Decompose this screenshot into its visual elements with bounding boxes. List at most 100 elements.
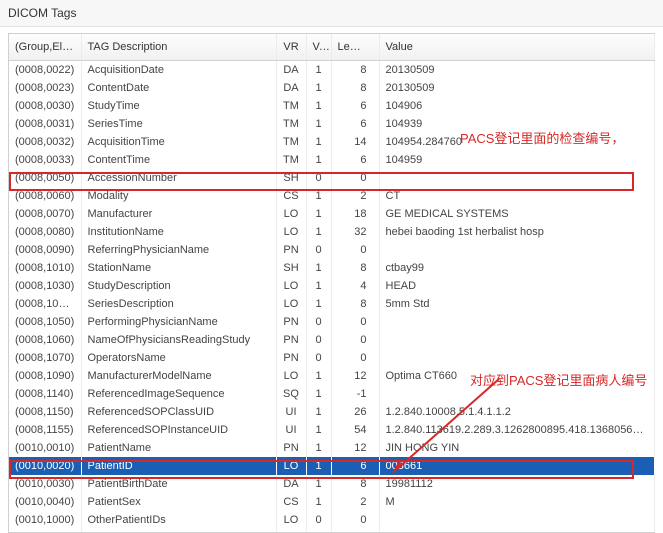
column-header-value[interactable]: Value	[379, 34, 655, 61]
cell-length: 54	[331, 421, 379, 439]
cell-length: 32	[331, 223, 379, 241]
cell-vm: 1	[306, 223, 331, 241]
table-row[interactable]: (0008,0060)ModalityCS12CT	[9, 187, 655, 205]
cell-description: SeriesDescription	[81, 295, 276, 313]
cell-value	[379, 169, 655, 187]
cell-group: (0008,0080)	[9, 223, 81, 241]
cell-length: 0	[331, 349, 379, 367]
cell-length: 26	[331, 403, 379, 421]
table-row[interactable]: (0008,0023)ContentDateDA1820130509	[9, 79, 655, 97]
cell-description: AcquisitionTime	[81, 133, 276, 151]
cell-description: OperatorsName	[81, 349, 276, 367]
table-row[interactable]: (0008,0050)AccessionNumberSH00	[9, 169, 655, 187]
cell-vr: PN	[276, 349, 306, 367]
table-row[interactable]: (0010,0010)PatientNamePN112JIN HONG YIN	[9, 439, 655, 457]
table-row[interactable]: (0008,0090)ReferringPhysicianNamePN00	[9, 241, 655, 259]
cell-description: AcquisitionDate	[81, 61, 276, 80]
column-header-vm[interactable]: V...	[306, 34, 331, 61]
cell-length: 8	[331, 295, 379, 313]
column-header-length[interactable]: Length	[331, 34, 379, 61]
cell-group: (0010,0020)	[9, 457, 81, 475]
cell-length: -1	[331, 385, 379, 403]
table-row[interactable]: (0008,1140)ReferencedImageSequenceSQ1-1	[9, 385, 655, 403]
tag-grid[interactable]: (Group,Ele... TAG Description VR V... Le…	[8, 33, 655, 533]
cell-group: (0010,0040)	[9, 493, 81, 511]
table-row[interactable]: (0008,1060)NameOfPhysiciansReadingStudyP…	[9, 331, 655, 349]
cell-length: 12	[331, 439, 379, 457]
cell-vm: 1	[306, 421, 331, 439]
cell-vm: 1	[306, 457, 331, 475]
cell-vr: CS	[276, 187, 306, 205]
cell-group: (0008,0090)	[9, 241, 81, 259]
cell-value: 20130509	[379, 61, 655, 80]
cell-group: (0008,1050)	[9, 313, 81, 331]
cell-group: (0008,1070)	[9, 349, 81, 367]
cell-length: 6	[331, 151, 379, 169]
cell-vm: 0	[306, 313, 331, 331]
cell-value: HEAD	[379, 277, 655, 295]
cell-vr: SH	[276, 169, 306, 187]
cell-description: Modality	[81, 187, 276, 205]
table-row[interactable]: (0008,1070)OperatorsNamePN00	[9, 349, 655, 367]
cell-value: ctbay99	[379, 259, 655, 277]
cell-length: 2	[331, 187, 379, 205]
table-row[interactable]: (0010,0020)PatientIDLO16003661	[9, 457, 655, 475]
table-row[interactable]: (0008,1010)StationNameSH18ctbay99	[9, 259, 655, 277]
cell-vm: 1	[306, 493, 331, 511]
cell-length: 12	[331, 367, 379, 385]
cell-value	[379, 349, 655, 367]
cell-group: (0008,1090)	[9, 367, 81, 385]
table-row[interactable]: (0008,0032)AcquisitionTimeTM114104954.28…	[9, 133, 655, 151]
cell-description: ContentDate	[81, 79, 276, 97]
cell-vr: LO	[276, 295, 306, 313]
table-row[interactable]: (0010,0040)PatientSexCS12M	[9, 493, 655, 511]
cell-group: (0008,103E)	[9, 295, 81, 313]
cell-length: 0	[331, 331, 379, 349]
cell-vm: 1	[306, 115, 331, 133]
table-row[interactable]: (0008,1150)ReferencedSOPClassUIDUI1261.2…	[9, 403, 655, 421]
cell-value: M	[379, 493, 655, 511]
cell-vm: 1	[306, 97, 331, 115]
cell-description: ManufacturerModelName	[81, 367, 276, 385]
table-row[interactable]: (0008,0033)ContentTimeTM16104959	[9, 151, 655, 169]
cell-description: StudyTime	[81, 97, 276, 115]
column-header-description[interactable]: TAG Description	[81, 34, 276, 61]
cell-length: 18	[331, 205, 379, 223]
table-row[interactable]: (0008,1155)ReferencedSOPInstanceUIDUI154…	[9, 421, 655, 439]
table-row[interactable]: (0008,1090)ManufacturerModelNameLO112Opt…	[9, 367, 655, 385]
cell-group: (0008,1140)	[9, 385, 81, 403]
cell-value	[379, 385, 655, 403]
table-row[interactable]: (0008,0022)AcquisitionDateDA1820130509	[9, 61, 655, 80]
cell-vr: LO	[276, 205, 306, 223]
table-row[interactable]: (0010,1000)OtherPatientIDsLO00	[9, 511, 655, 529]
cell-value: 104954.284760	[379, 133, 655, 151]
cell-vm: 0	[306, 331, 331, 349]
cell-description: SeriesTime	[81, 115, 276, 133]
table-row[interactable]: (0008,0031)SeriesTimeTM16104939	[9, 115, 655, 133]
cell-length: 8	[331, 79, 379, 97]
cell-vm: 1	[306, 133, 331, 151]
cell-length: 4	[331, 277, 379, 295]
table-row[interactable]: (0008,1030)StudyDescriptionLO14HEAD	[9, 277, 655, 295]
table-row[interactable]: (0010,0030)PatientBirthDateDA1819981112	[9, 475, 655, 493]
cell-length: 6	[331, 97, 379, 115]
cell-value	[379, 511, 655, 529]
table-row[interactable]: (0008,103E)SeriesDescriptionLO185mm Std	[9, 295, 655, 313]
column-header-group[interactable]: (Group,Ele...	[9, 34, 81, 61]
table-row[interactable]: (0008,1050)PerformingPhysicianNamePN00	[9, 313, 655, 331]
cell-vr: LO	[276, 367, 306, 385]
cell-vm: 0	[306, 511, 331, 529]
cell-vm: 1	[306, 295, 331, 313]
cell-description: PatientBirthDate	[81, 475, 276, 493]
cell-vr: TM	[276, 133, 306, 151]
cell-description: StationName	[81, 259, 276, 277]
cell-description: ContentTime	[81, 151, 276, 169]
cell-value: 104939	[379, 115, 655, 133]
cell-group: (0008,0032)	[9, 133, 81, 151]
cell-length: 14	[331, 133, 379, 151]
table-row[interactable]: (0008,0030)StudyTimeTM16104906	[9, 97, 655, 115]
table-row[interactable]: (0008,0080)InstitutionNameLO132hebei bao…	[9, 223, 655, 241]
table-row[interactable]: (0008,0070)ManufacturerLO118GE MEDICAL S…	[9, 205, 655, 223]
column-header-row[interactable]: (Group,Ele... TAG Description VR V... Le…	[9, 34, 655, 61]
column-header-vr[interactable]: VR	[276, 34, 306, 61]
